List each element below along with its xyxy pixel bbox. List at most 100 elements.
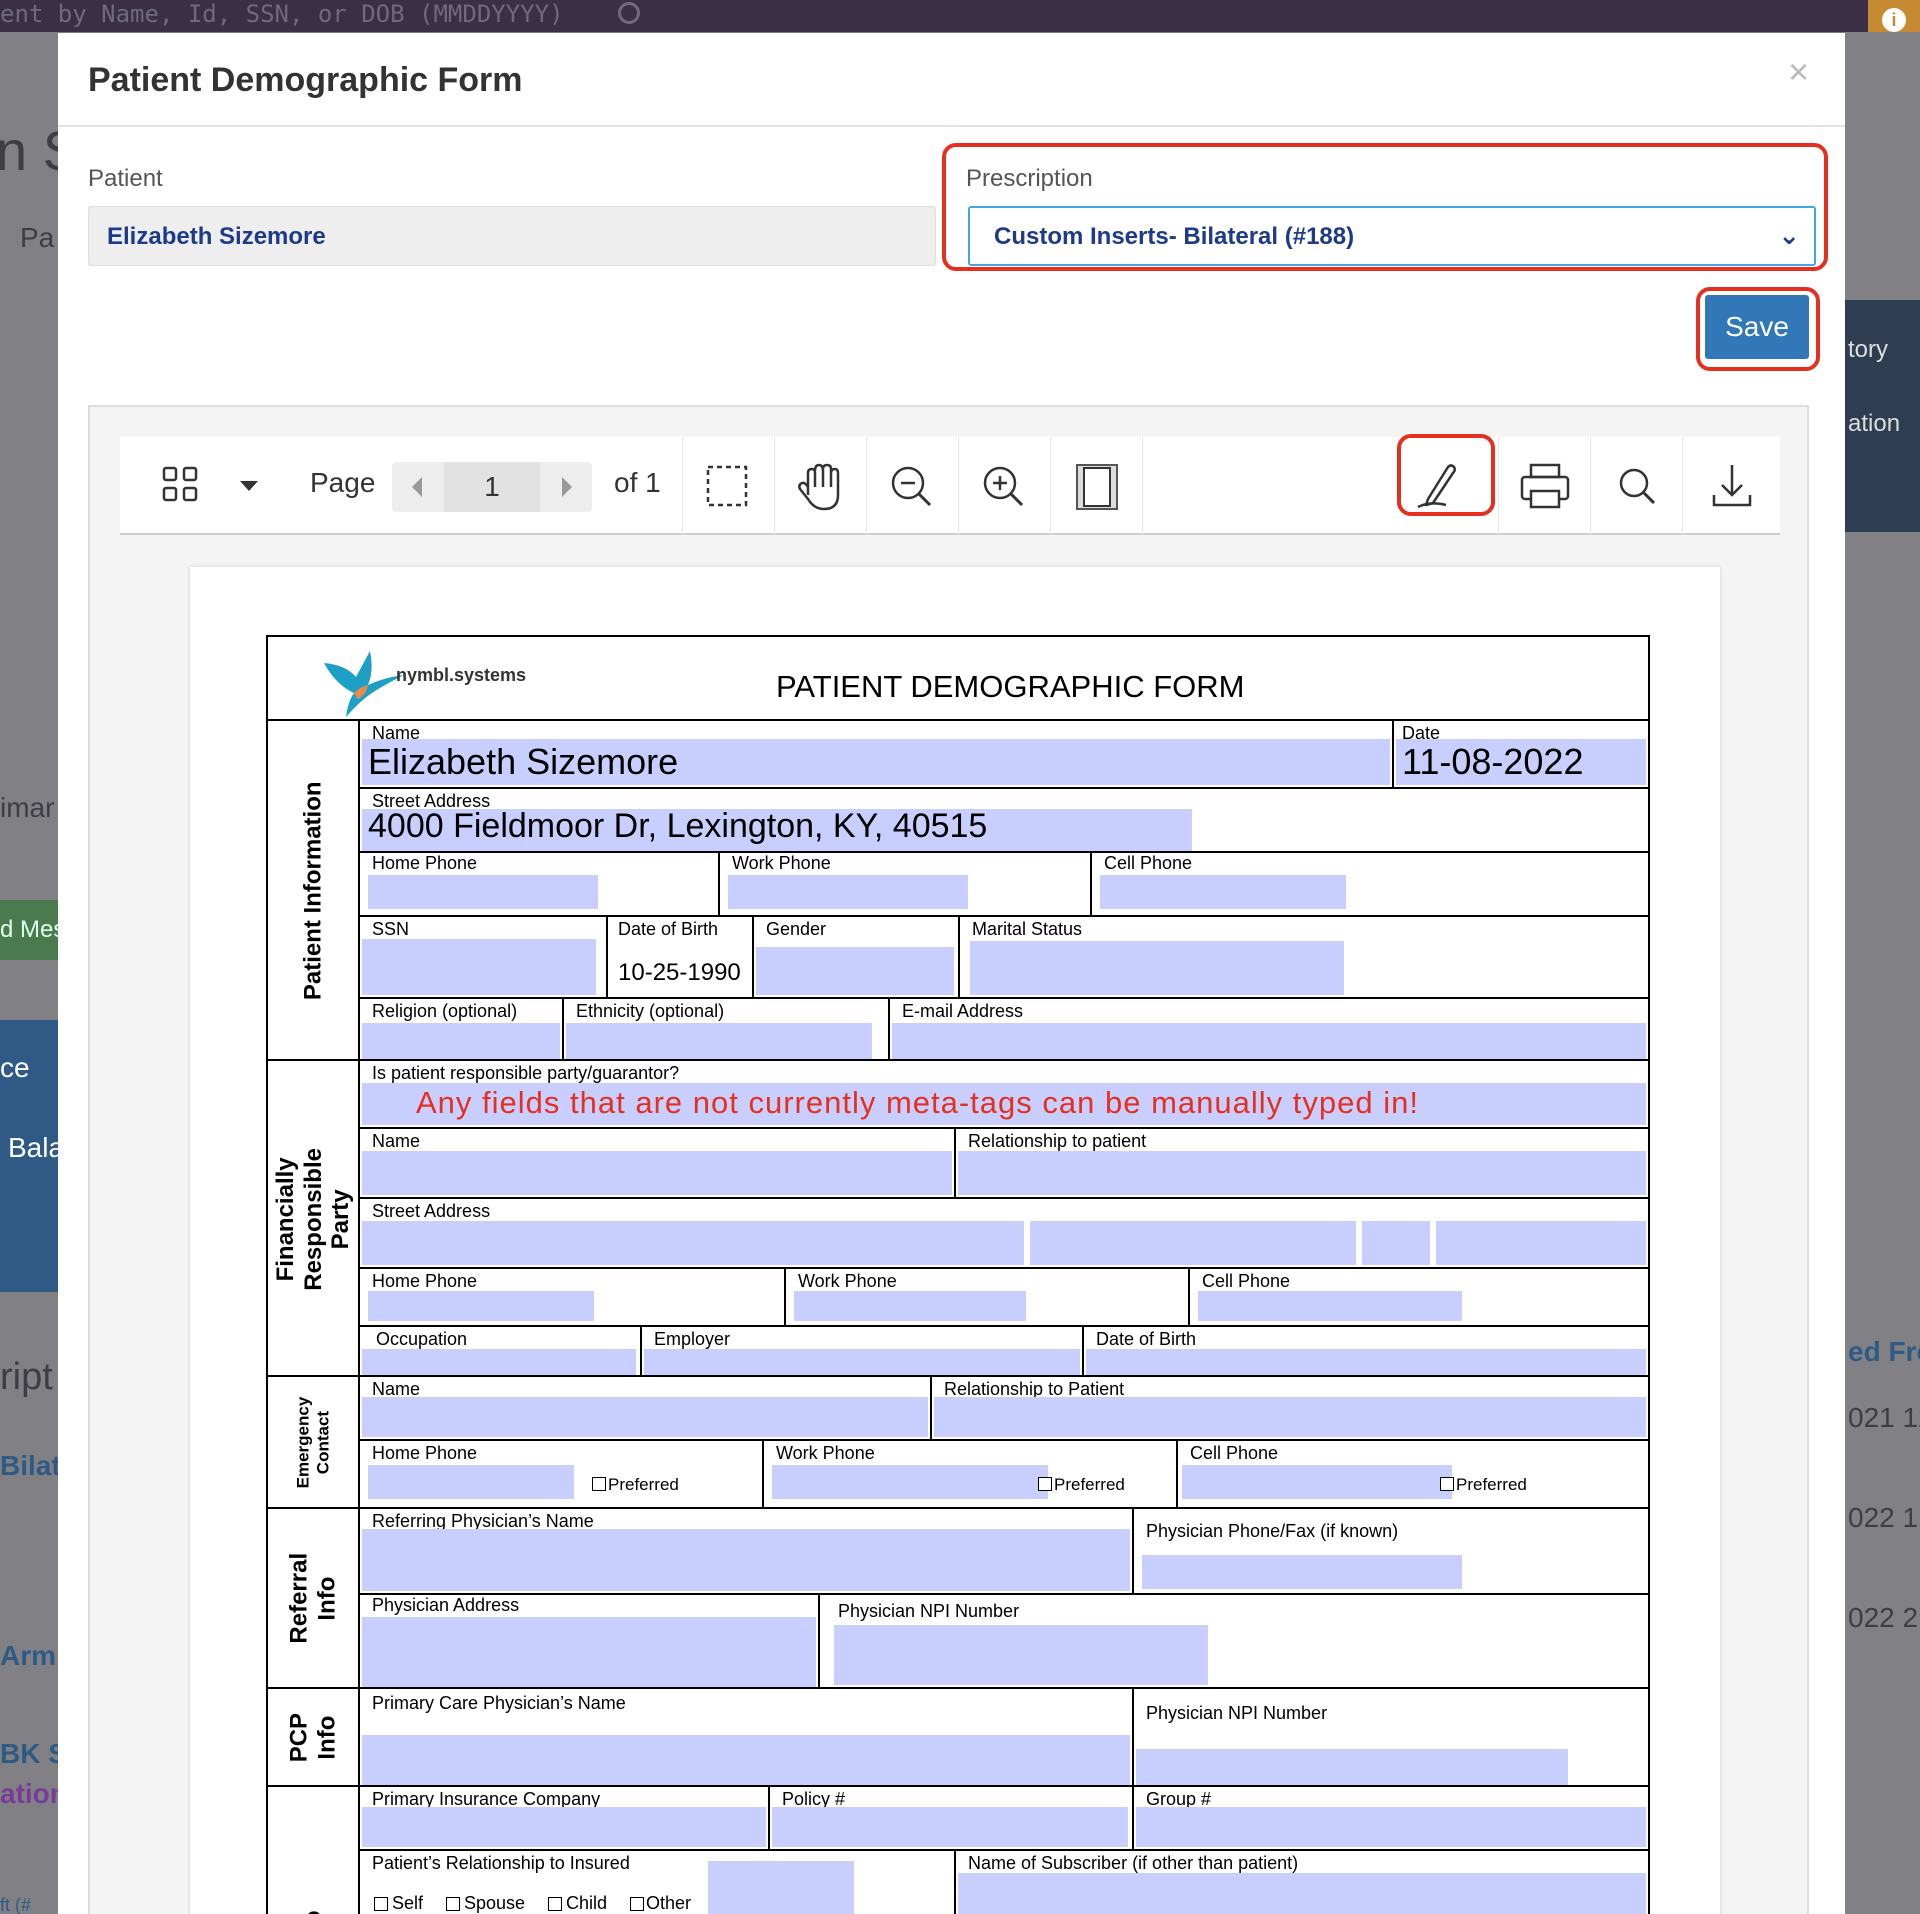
home-phone-label: Home Phone [372,1271,478,1291]
emergency-relationship-field[interactable] [934,1397,1646,1437]
chevron-down-icon[interactable] [224,437,274,535]
section-label: fo [268,1847,358,1914]
religion-field[interactable] [362,1023,560,1059]
pcp-npi-field[interactable] [1136,1749,1568,1785]
emergency-name-field[interactable] [362,1397,928,1437]
employer-field[interactable] [644,1349,1080,1375]
pan-hand-icon[interactable] [774,437,866,535]
global-search-input[interactable]: ent by Name, Id, SSN, or DOB (MMDDYYYY) [0,0,564,28]
ssn-field[interactable] [362,939,596,995]
cell-preferred-checkbox[interactable] [1440,1477,1454,1491]
save-highlight [1696,287,1820,371]
marital-status-field[interactable] [970,941,1344,995]
grid-line [954,1849,956,1914]
grid-line [1090,851,1092,915]
group-field[interactable] [1136,1807,1646,1847]
section-label: Patient Information [299,781,327,1001]
physician-address-field[interactable] [362,1617,816,1687]
download-icon[interactable] [1686,437,1778,535]
cell-phone-field[interactable] [1100,875,1346,909]
child-checkbox[interactable] [548,1897,562,1911]
bg-text: 021 12 [1848,1402,1920,1433]
close-icon[interactable]: × [1788,51,1809,93]
emergency-work-phone-field[interactable] [772,1465,1048,1499]
emergency-home-phone-field[interactable] [368,1465,574,1499]
toolbar-separator [1142,437,1143,535]
page-label: Page [310,467,376,498]
zoom-in-icon[interactable] [958,437,1050,535]
referral-npi-field[interactable] [834,1625,1208,1685]
prev-page-icon[interactable] [392,462,444,512]
grid-line [1132,1787,1134,1849]
fit-page-icon[interactable] [1050,437,1142,535]
grid-line [930,1377,932,1439]
emergency-cell-phone-field[interactable] [1182,1465,1452,1499]
search-icon[interactable] [1590,437,1682,535]
insurance-company-field[interactable] [362,1807,766,1847]
relationship-field[interactable] [958,1151,1646,1195]
responsible-dob-field[interactable] [1086,1349,1646,1375]
responsible-zip-field[interactable] [1436,1221,1646,1265]
cell-phone-label: Cell Phone [1104,853,1193,873]
employer-label: Employer [654,1329,731,1349]
responsible-home-phone-field[interactable] [368,1291,594,1321]
subscriber-field[interactable] [958,1873,1646,1914]
responsible-city-field[interactable] [1030,1221,1356,1265]
subscriber-label: Name of Subscriber (if other than patien… [968,1853,1299,1873]
gender-field[interactable] [756,947,954,995]
street-address-label: Street Address [372,1201,491,1221]
bg-text[interactable]: BK S [0,1738,67,1770]
work-phone-field[interactable] [728,875,968,909]
bg-text[interactable]: Arm [0,1640,56,1672]
occupation-field[interactable] [362,1349,636,1375]
work-preferred-checkbox[interactable] [1038,1477,1052,1491]
responsible-state-field[interactable] [1362,1221,1430,1265]
other-checkbox[interactable] [630,1897,644,1911]
zoom-out-icon[interactable] [866,437,958,535]
email-field[interactable] [892,1023,1646,1059]
bg-text: ation [1848,410,1901,437]
grid-line [358,915,1648,917]
dob-label: Date of Birth [1096,1329,1197,1349]
spouse-checkbox[interactable] [446,1897,460,1911]
section-label: Referral Info [285,1553,340,1644]
relationship-other-field[interactable] [708,1861,854,1914]
home-phone-label: Home Phone [372,1443,478,1463]
grid-line [818,1593,820,1689]
grid-line [768,1787,770,1849]
ethnicity-field[interactable] [566,1023,872,1059]
print-icon[interactable] [1498,437,1590,535]
bg-text: ed Fro [1848,1336,1920,1367]
religion-label: Religion (optional) [372,1001,518,1021]
grid-line [752,915,754,997]
grid-line [958,915,960,997]
responsible-street-field[interactable] [362,1221,1024,1265]
referring-physician-field[interactable] [362,1529,1130,1591]
bg-text[interactable]: Bilat [0,1450,61,1482]
responsible-work-phone-field[interactable] [794,1291,1026,1321]
next-page-icon[interactable] [540,462,592,512]
home-phone-field[interactable] [368,875,598,909]
referral-section: Referral Info Referring Physician’s Name… [268,1507,1648,1689]
bg-text: 022 1: [1848,1502,1920,1533]
physician-phone-field[interactable] [1142,1555,1462,1589]
pcp-name-field[interactable] [362,1735,1130,1785]
page-number-input[interactable]: 1 [444,462,540,512]
pcp-section: PCP Info Primary Care Physician’s Name P… [268,1687,1648,1787]
occupation-label: Occupation [376,1329,468,1349]
thumbnails-icon[interactable] [142,437,222,535]
search-icon[interactable] [618,2,640,24]
responsible-cell-phone-field[interactable] [1198,1291,1462,1321]
policy-field[interactable] [772,1807,1128,1847]
bg-text: ation [0,1778,67,1809]
pcp-npi-label: Physician NPI Number [1146,1703,1328,1723]
responsible-name-field[interactable] [362,1151,952,1195]
grid-line [358,1127,1648,1129]
relationship-label: Relationship to patient [968,1131,1147,1151]
grid-line [1132,1509,1134,1593]
grid-line [718,851,720,915]
marquee-select-icon[interactable] [682,437,774,535]
self-checkbox[interactable] [374,1897,388,1911]
grid-line [358,1509,360,1689]
home-preferred-checkbox[interactable] [592,1477,606,1491]
